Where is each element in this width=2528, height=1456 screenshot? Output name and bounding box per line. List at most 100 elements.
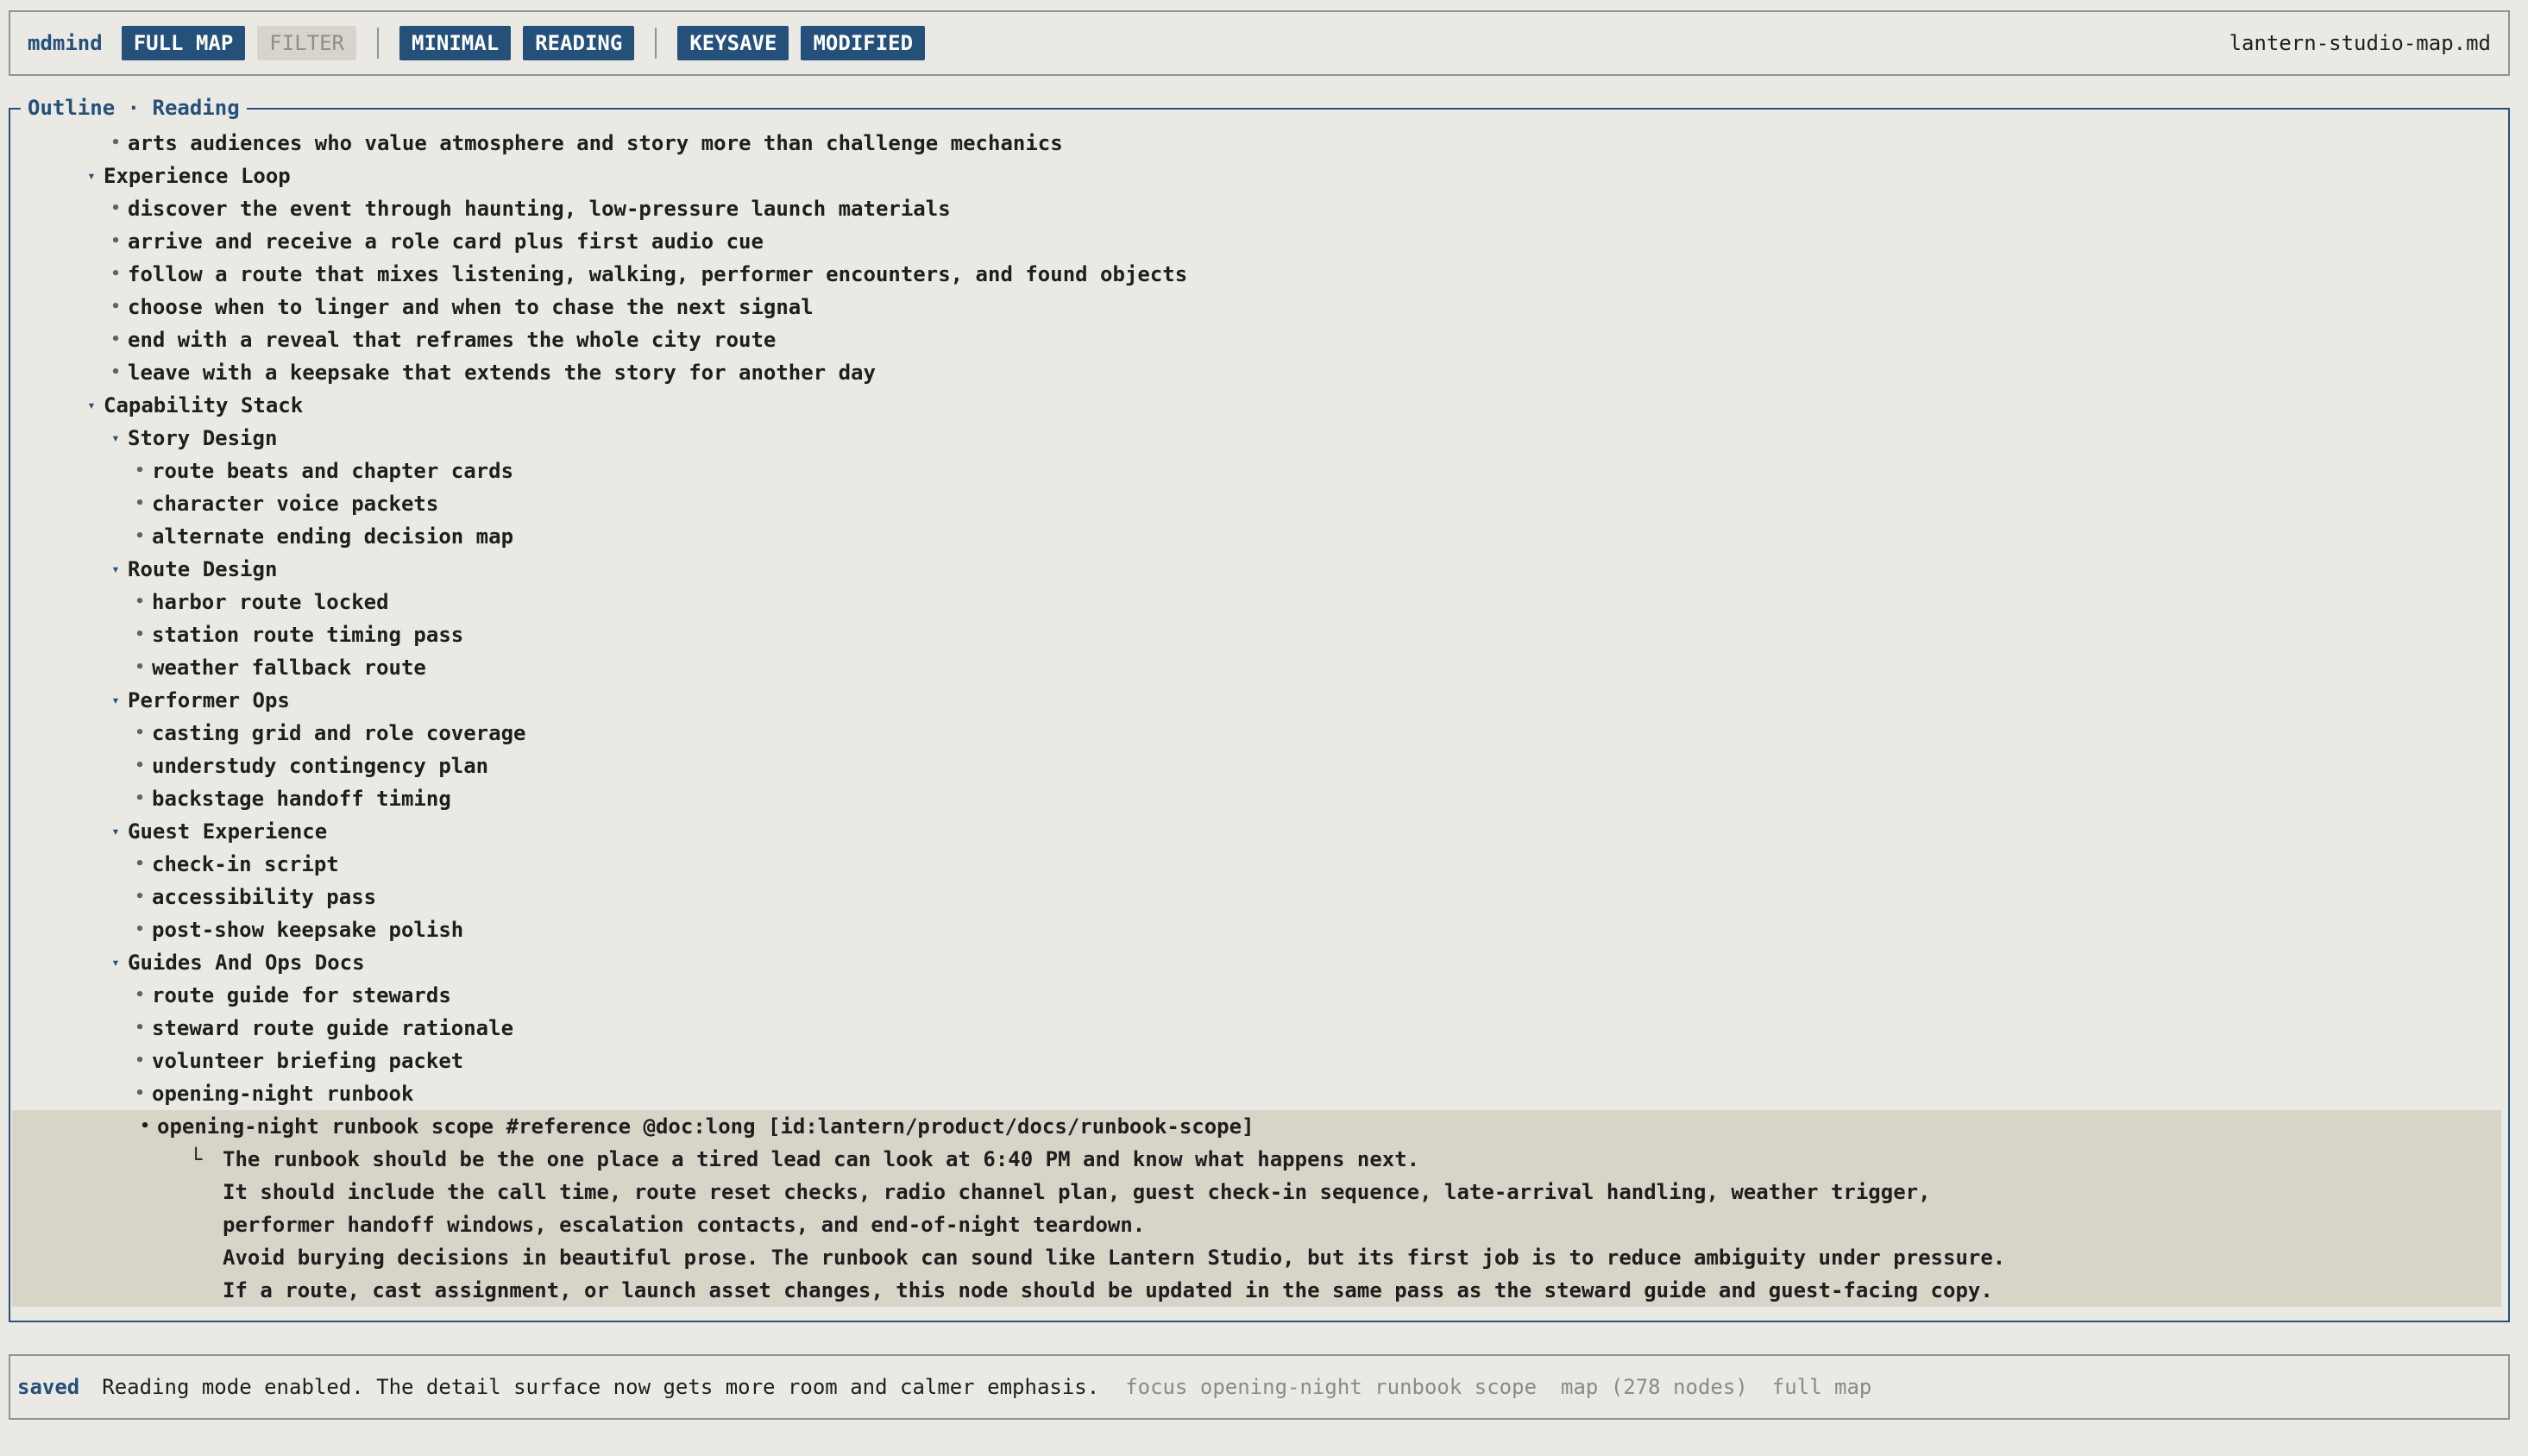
outline-item-row[interactable]: • route guide for stewards (17, 979, 2501, 1012)
outline-item-label: station route timing pass (152, 623, 464, 647)
bullet-icon: • (135, 461, 145, 480)
outline-item-row[interactable]: • check-in script (17, 848, 2501, 881)
outline-item-label: choose when to linger and when to chase … (128, 295, 814, 319)
detail-text: If a route, cast assignment, or launch a… (223, 1278, 1993, 1302)
selected-node[interactable]: • opening-night runbook scope #reference … (12, 1110, 2501, 1307)
outline-item-label: route guide for stewards (152, 983, 451, 1007)
outline-item-label: character voice packets (152, 492, 439, 516)
outline-item-row[interactable]: • character voice packets (17, 487, 2501, 520)
bullet-icon: • (135, 658, 145, 676)
outline-item-label: casting grid and role coverage (152, 721, 526, 745)
selected-node-row[interactable]: • opening-night runbook scope #reference … (17, 1110, 2501, 1143)
outline-group-row[interactable]: ▾ Experience Loop (17, 160, 2501, 192)
bullet-icon: • (110, 298, 121, 316)
expand-toggle-icon[interactable]: ▾ (79, 389, 104, 422)
toolbar-divider (655, 28, 657, 59)
outline-item-row[interactable]: • understudy contingency plan (17, 750, 2501, 782)
detail-line: └ The runbook should be the one place a t… (17, 1143, 2501, 1176)
outline-item-row[interactable]: • backstage handoff timing (17, 782, 2501, 815)
expand-toggle-icon[interactable]: ▾ (104, 946, 128, 979)
bullet-icon: • (135, 494, 145, 512)
detail-line: Avoid burying decisions in beautiful pro… (17, 1241, 2501, 1274)
outline-tree[interactable]: • arts audiences who value atmosphere and… (12, 127, 2501, 1307)
outline-item-label: opening-night runbook (152, 1082, 414, 1106)
expand-toggle-icon[interactable]: ▾ (104, 422, 128, 455)
detail-branch-icon: └ (190, 1147, 203, 1171)
bullet-icon: • (135, 1051, 145, 1070)
detail-text: The runbook should be the one place a ti… (223, 1147, 1420, 1171)
minimal-badge[interactable]: MINIMAL (399, 26, 512, 60)
bullet-icon: • (135, 527, 145, 545)
outline-item-row[interactable]: • volunteer briefing packet (17, 1045, 2501, 1077)
outline-item-row[interactable]: • follow a route that mixes listening, wa… (17, 258, 2501, 291)
outline-group-row[interactable]: ▾ Route Design (17, 553, 2501, 586)
bullet-icon: • (135, 1084, 145, 1102)
outline-item-label: arrive and receive a role card plus firs… (128, 229, 764, 254)
bullet-icon: • (110, 265, 121, 283)
outline-item-label: harbor route locked (152, 590, 389, 614)
outline-group-row[interactable]: ▾ Capability Stack (17, 389, 2501, 422)
outline-item-label: end with a reveal that reframes the whol… (128, 328, 777, 352)
bullet-icon: • (135, 789, 145, 807)
detail-line: It should include the call time, route r… (17, 1176, 2501, 1208)
bullet-icon: • (140, 1117, 150, 1135)
outline-item-row[interactable]: • end with a reveal that reframes the who… (17, 323, 2501, 356)
outline-item-row[interactable]: • route beats and chapter cards (17, 455, 2501, 487)
detail-text: It should include the call time, route r… (223, 1180, 1931, 1204)
outline-item-row[interactable]: • post-show keepsake polish (17, 913, 2501, 946)
expand-toggle-icon[interactable]: ▾ (79, 160, 104, 192)
full-map-badge[interactable]: FULL MAP (121, 26, 246, 60)
outline-item-label: Route Design (128, 557, 278, 581)
outline-item-label: Guides And Ops Docs (128, 951, 365, 975)
outline-group-row[interactable]: ▾ Story Design (17, 422, 2501, 455)
modified-badge: MODIFIED (801, 26, 926, 60)
outline-item-row[interactable]: • station route timing pass (17, 618, 2501, 651)
expand-toggle-icon[interactable]: ▾ (104, 553, 128, 586)
outline-item-label: steward route guide rationale (152, 1016, 514, 1040)
outline-group-row[interactable]: ▾ Guest Experience (17, 815, 2501, 848)
outline-item-row[interactable]: • weather fallback route (17, 651, 2501, 684)
view-mode: full map (1771, 1375, 1872, 1399)
outline-item-row[interactable]: • casting grid and role coverage (17, 717, 2501, 750)
map-node-count: map (278 nodes) (1561, 1375, 1748, 1399)
outline-item-row[interactable]: • arts audiences who value atmosphere and… (17, 127, 2501, 160)
outline-item-label: Capability Stack (104, 393, 304, 417)
outline-item-row[interactable]: • discover the event through haunting, lo… (17, 192, 2501, 225)
filter-badge[interactable]: FILTER (257, 26, 356, 60)
bullet-icon: • (135, 756, 145, 775)
outline-item-label: accessibility pass (152, 885, 377, 909)
bullet-icon: • (135, 855, 145, 873)
bullet-icon: • (110, 134, 121, 152)
outline-item-label: Performer Ops (128, 688, 290, 712)
outline-item-row[interactable]: • opening-night runbook (17, 1077, 2501, 1110)
bullet-icon: • (110, 199, 121, 217)
focus-indicator: focus opening-night runbook scope (1125, 1375, 1538, 1399)
outline-title: Outline · Reading (21, 96, 247, 120)
bullet-icon: • (110, 330, 121, 348)
expand-toggle-icon[interactable]: ▾ (104, 684, 128, 717)
detail-line: If a route, cast assignment, or launch a… (17, 1274, 2501, 1307)
reading-badge[interactable]: READING (523, 26, 635, 60)
bullet-icon: • (135, 888, 145, 906)
app-name: mdmind (28, 31, 103, 55)
outline-group-row[interactable]: ▾ Performer Ops (17, 684, 2501, 717)
outline-item-label: discover the event through haunting, low… (128, 197, 951, 221)
top-toolbar: mdmind FULL MAP FILTER MINIMAL READING K… (9, 10, 2510, 76)
outline-item-row[interactable]: • accessibility pass (17, 881, 2501, 913)
outline-item-row[interactable]: • harbor route locked (17, 586, 2501, 618)
outline-item-row[interactable]: • steward route guide rationale (17, 1012, 2501, 1045)
selected-node-label: opening-night runbook scope #reference @… (157, 1114, 1255, 1139)
expand-toggle-icon[interactable]: ▾ (104, 815, 128, 848)
outline-item-label: leave with a keepsake that extends the s… (128, 361, 876, 385)
outline-item-label: route beats and chapter cards (152, 459, 514, 483)
outline-panel[interactable]: Outline · Reading • arts audiences who va… (9, 96, 2510, 1322)
bullet-icon: • (135, 920, 145, 938)
outline-item-label: check-in script (152, 852, 339, 876)
outline-group-row[interactable]: ▾ Guides And Ops Docs (17, 946, 2501, 979)
outline-item-row[interactable]: • leave with a keepsake that extends the … (17, 356, 2501, 389)
outline-item-label: follow a route that mixes listening, wal… (128, 262, 1188, 286)
keysave-badge[interactable]: KEYSAVE (677, 26, 789, 60)
outline-item-row[interactable]: • arrive and receive a role card plus fir… (17, 225, 2501, 258)
outline-item-row[interactable]: • alternate ending decision map (17, 520, 2501, 553)
outline-item-row[interactable]: • choose when to linger and when to chase… (17, 291, 2501, 323)
